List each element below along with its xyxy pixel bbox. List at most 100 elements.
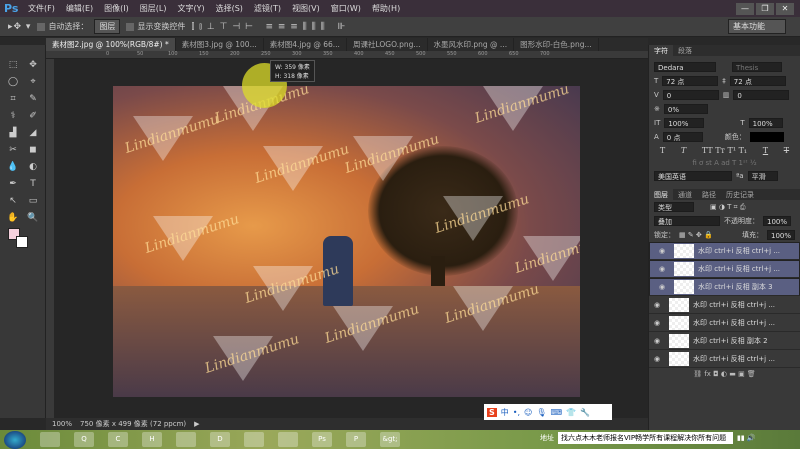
sogou-logo[interactable]: S bbox=[487, 407, 497, 417]
layer-row[interactable]: ◉ 水印 ctrl+i 反相 ctrl+j ... bbox=[649, 296, 800, 314]
tab-paths[interactable]: 路径 bbox=[697, 189, 721, 200]
document-tab[interactable]: 图形水印-白色.png... bbox=[514, 38, 599, 51]
font-size-field[interactable]: 72 点 bbox=[662, 76, 719, 86]
tray-icons[interactable]: ▮▮ 🔊 bbox=[737, 434, 756, 442]
taskbar-app-icon[interactable]: P bbox=[346, 432, 366, 447]
mic-icon[interactable]: 🎙 bbox=[536, 408, 546, 417]
vertical-scale-field[interactable]: 100% bbox=[664, 118, 705, 128]
menu-image[interactable]: 图像(I) bbox=[104, 3, 129, 14]
document-tab[interactable]: 水墨风水印.png @ ... bbox=[428, 38, 515, 51]
taskbar-app-icon[interactable] bbox=[278, 432, 298, 447]
tool-icon[interactable]: 💧 bbox=[6, 161, 20, 173]
fill-field[interactable]: 100% bbox=[766, 230, 795, 240]
taskbar-app-icon[interactable]: H bbox=[142, 432, 162, 447]
tracking-field[interactable]: 0 bbox=[733, 90, 790, 100]
document-image[interactable]: Lindianmumu Lindianmumu Lindianmumu Lindian… bbox=[113, 86, 580, 397]
menu-select[interactable]: 选择(S) bbox=[216, 3, 243, 14]
auto-select-dropdown[interactable]: 图层 bbox=[94, 19, 121, 34]
baseline-field[interactable]: 0 点 bbox=[662, 132, 703, 142]
horizontal-scale-field[interactable]: 100% bbox=[748, 118, 783, 128]
document-tab[interactable]: 素材图3.jpg @ 100... bbox=[176, 38, 264, 51]
kerning-field[interactable]: 0 bbox=[662, 90, 719, 100]
document-tab[interactable]: 素材图2.jpg @ 100%(RGB/8#) * bbox=[46, 38, 176, 51]
tool-icon[interactable]: ◢ bbox=[26, 127, 40, 139]
align-icons[interactable]: ⫿ ⫾ ⊥ ⊤ ⊣ ⊢ ≡ ≡ ≡ ⫼ ⫼ ⫼ ⊪ bbox=[191, 22, 346, 32]
tool-icon[interactable]: ⌗ bbox=[6, 93, 20, 105]
opentype-buttons[interactable]: fi ơ st A ad T 1ˢᵗ ½ bbox=[649, 157, 800, 169]
menu-layer[interactable]: 图层(L) bbox=[140, 3, 167, 14]
tool-icon[interactable]: ⚕ bbox=[6, 110, 20, 122]
background-color-swatch[interactable] bbox=[16, 236, 28, 248]
move-tool-icon[interactable]: ▸✥ ▾ bbox=[8, 22, 31, 32]
tool-icon[interactable]: T bbox=[26, 178, 40, 190]
layer-row[interactable]: ◉ 水印 ctrl+i 反相 副本 3 bbox=[649, 278, 800, 296]
font-family-select[interactable]: Dedara bbox=[654, 62, 716, 72]
tool-icon[interactable]: ↖ bbox=[6, 195, 20, 207]
tool-icon[interactable]: ✂ bbox=[6, 144, 20, 156]
taskbar-app-icon[interactable] bbox=[176, 432, 196, 447]
blend-mode-select[interactable]: 叠加 bbox=[654, 216, 720, 226]
taskbar-app-icon[interactable]: Ps bbox=[312, 432, 332, 447]
menu-file[interactable]: 文件(F) bbox=[28, 3, 55, 14]
tool-icon[interactable]: ▟ bbox=[6, 127, 20, 139]
visibility-eye-icon[interactable]: ◉ bbox=[649, 355, 665, 363]
menu-filter[interactable]: 滤镜(T) bbox=[254, 3, 281, 14]
show-transform-checkbox[interactable]: 显示变换控件 bbox=[126, 21, 185, 32]
taskbar-app-icon[interactable]: Q bbox=[74, 432, 94, 447]
tool-icon[interactable]: ◯ bbox=[6, 76, 20, 88]
menu-view[interactable]: 视图(V) bbox=[292, 3, 320, 14]
restore-button[interactable]: ❐ bbox=[756, 2, 774, 15]
tool-icon[interactable]: ⌖ bbox=[26, 76, 40, 88]
filter-icons[interactable]: ▣ ◑ T ⌗ ⎙ bbox=[710, 203, 745, 212]
auto-select-checkbox[interactable]: 自动选择： bbox=[37, 21, 88, 32]
layer-footer-icons[interactable]: ⛓ fx ◘ ◐ ▬ ▣ 🗑 bbox=[649, 368, 800, 380]
tool-icon[interactable]: ◼ bbox=[26, 144, 40, 156]
visibility-eye-icon[interactable]: ◉ bbox=[654, 283, 670, 291]
menu-type[interactable]: 文字(Y) bbox=[177, 3, 204, 14]
tool-icon[interactable]: ✐ bbox=[26, 110, 40, 122]
taskbar-app-icon[interactable]: &gt; bbox=[380, 432, 400, 447]
font-style-select[interactable]: Thesis bbox=[732, 62, 782, 72]
layer-filter-select[interactable]: 类型 bbox=[654, 202, 694, 212]
document-tab[interactable]: 素材图4.jpg @ 66... bbox=[264, 38, 347, 51]
menu-window[interactable]: 窗口(W) bbox=[331, 3, 361, 14]
taskbar-app-icon[interactable] bbox=[40, 432, 60, 447]
lock-icons[interactable]: ▦ ✎ ✥ 🔒 bbox=[679, 231, 713, 239]
visibility-eye-icon[interactable]: ◉ bbox=[654, 265, 670, 273]
tab-layers[interactable]: 图层 bbox=[649, 189, 673, 200]
language-select[interactable]: 美国英语 bbox=[654, 171, 732, 181]
address-input[interactable]: 找六点木木老师报名VIP畅学所有课程解决你所有问题 bbox=[558, 432, 733, 444]
visibility-eye-icon[interactable]: ◉ bbox=[649, 337, 665, 345]
minimize-button[interactable]: — bbox=[736, 2, 754, 15]
visibility-eye-icon[interactable]: ◉ bbox=[654, 247, 670, 255]
tool-icon[interactable]: ✥ bbox=[26, 59, 40, 71]
tool-icon[interactable]: ⬚ bbox=[6, 59, 20, 71]
menu-help[interactable]: 帮助(H) bbox=[372, 3, 400, 14]
layer-row[interactable]: ◉ 水印 ctrl+i 反相 ctrl+j ... bbox=[649, 350, 800, 368]
settings-icon[interactable]: 🔧 bbox=[580, 408, 590, 417]
antialias-select[interactable]: 平滑 bbox=[747, 171, 778, 181]
tool-icon[interactable]: ✒ bbox=[6, 178, 20, 190]
color-swatch[interactable] bbox=[749, 132, 784, 142]
punct-icon[interactable]: •, bbox=[513, 408, 520, 417]
doc-info[interactable]: 750 像素 x 499 像素 (72 ppcm) bbox=[80, 419, 186, 429]
tab-history[interactable]: 历史记录 bbox=[721, 189, 759, 200]
emoji-icon[interactable]: ☺ bbox=[524, 408, 532, 417]
zoom-level[interactable]: 100% bbox=[52, 420, 72, 428]
layer-row[interactable]: ◉ 水印 ctrl+i 反相 ctrl+j ... bbox=[649, 314, 800, 332]
tab-channels[interactable]: 通道 bbox=[673, 189, 697, 200]
start-button[interactable] bbox=[4, 430, 26, 449]
layer-row[interactable]: ◉ 水印 ctrl+i 反相 副本 2 bbox=[649, 332, 800, 350]
tool-icon[interactable]: 🔍 bbox=[26, 212, 40, 224]
tab-paragraph[interactable]: 段落 bbox=[673, 45, 697, 56]
tab-character[interactable]: 字符 bbox=[649, 45, 673, 56]
layer-row[interactable]: ◉ 水印 ctrl+i 反相 ctrl+j ... bbox=[649, 260, 800, 278]
taskbar-app-icon[interactable]: D bbox=[210, 432, 230, 447]
taskbar-app-icon[interactable] bbox=[244, 432, 264, 447]
tool-icon[interactable]: ✎ bbox=[26, 93, 40, 105]
opacity-field[interactable]: 100% bbox=[763, 216, 792, 226]
skin-icon[interactable]: 👕 bbox=[566, 408, 576, 417]
leading-field[interactable]: 72 点 bbox=[729, 76, 786, 86]
document-tab[interactable]: 周课社LOGO.png... bbox=[347, 38, 428, 51]
tool-icon[interactable]: ◐ bbox=[26, 161, 40, 173]
